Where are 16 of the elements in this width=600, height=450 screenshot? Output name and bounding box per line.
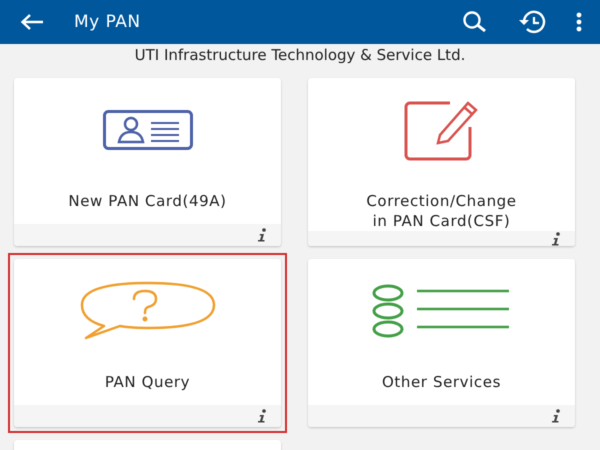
id-card-icon [102,110,192,150]
organization-name: UTI Infrastructure Technology & Service Ltd. [134,45,466,66]
card-label: Other Services [382,373,501,392]
info-icon[interactable] [257,409,267,423]
card-label: PAN Query [104,373,190,392]
history-icon[interactable] [518,10,546,34]
info-icon[interactable] [551,409,561,423]
back-arrow-icon[interactable] [20,13,44,31]
card-label: New PAN Card(49A) [68,192,227,212]
info-icon[interactable] [551,232,561,246]
list-icon [372,284,512,338]
info-icon[interactable] [257,228,267,242]
search-icon[interactable] [462,11,488,33]
more-options-icon[interactable] [576,12,582,32]
card-label: Correction/Change in PAN Card(CSF) [366,192,517,231]
app-bar-title: My PAN [74,12,142,32]
